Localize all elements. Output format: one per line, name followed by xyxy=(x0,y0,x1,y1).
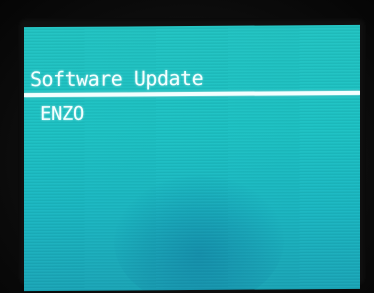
list-item[interactable]: ENZO xyxy=(40,103,84,125)
title-divider xyxy=(24,90,360,98)
page-title: Software Update xyxy=(30,65,204,92)
device-frame: Software Update ENZO xyxy=(0,0,374,293)
lcd-screen: Software Update ENZO xyxy=(24,24,360,292)
